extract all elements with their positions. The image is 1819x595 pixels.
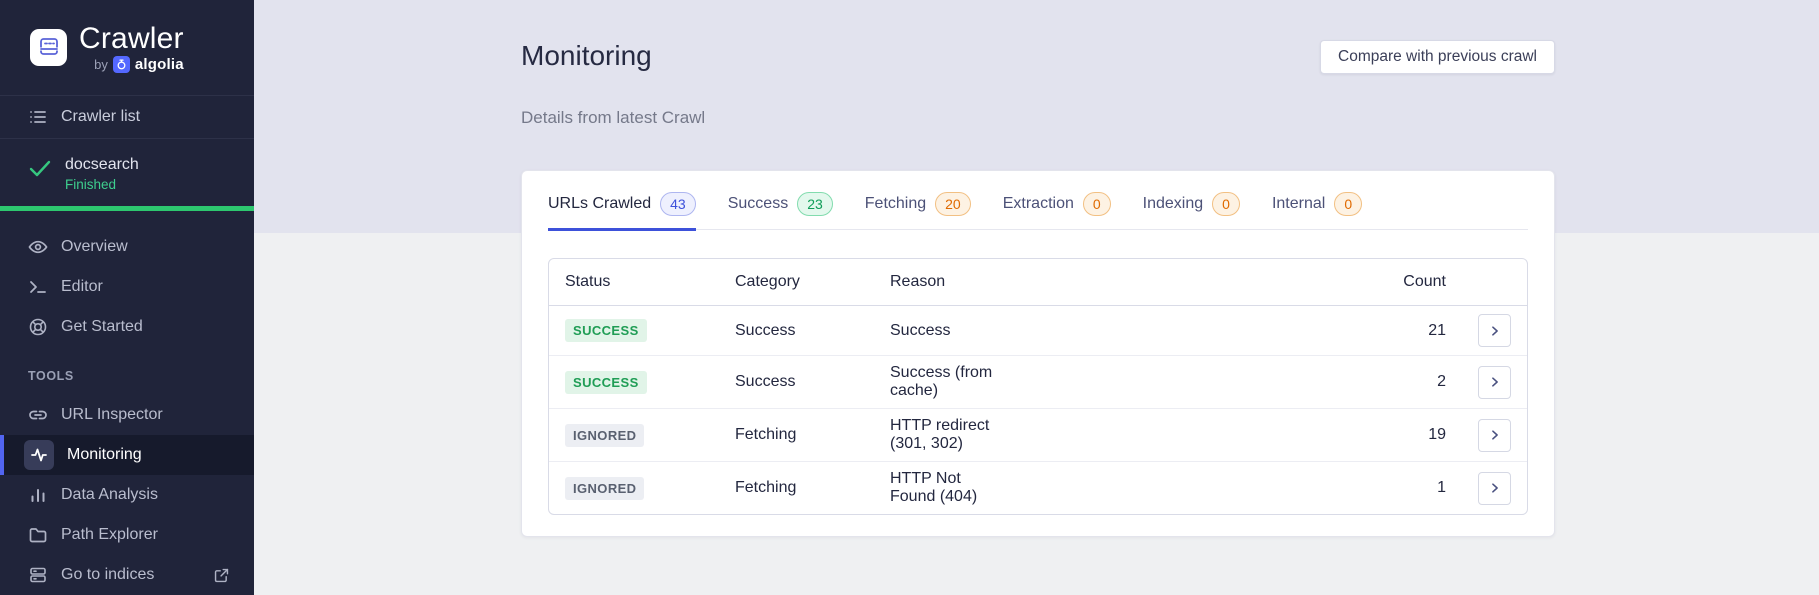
sidebar-item-crawler-list[interactable]: Crawler list xyxy=(0,96,254,140)
algolia-logo-icon xyxy=(112,55,130,73)
by-label: by xyxy=(94,56,108,72)
table-row: IGNORED Fetching HTTP Not Found (404) 1 xyxy=(549,462,1527,515)
status-badge: IGNORED xyxy=(565,423,645,447)
tools-section-title: TOOLS xyxy=(28,369,74,383)
expand-row-button[interactable] xyxy=(1478,365,1511,399)
sidebar-item-data-analysis[interactable]: Data Analysis xyxy=(0,475,254,515)
sidebar: Crawler by algolia Crawler list docsearc… xyxy=(0,0,254,595)
crawler-list-label: Crawler list xyxy=(61,108,141,126)
tab-count-badge: 20 xyxy=(935,192,971,216)
sidebar-item-url-inspector[interactable]: URL Inspector xyxy=(0,395,254,435)
bar-chart-icon xyxy=(28,485,48,505)
tab-count-badge: 0 xyxy=(1212,192,1240,216)
tab-internal[interactable]: Internal 0 xyxy=(1271,192,1363,231)
tab-count-badge: 23 xyxy=(797,192,833,216)
expand-row-button[interactable] xyxy=(1478,418,1511,452)
tab-extraction[interactable]: Extraction 0 xyxy=(1003,192,1111,231)
sidebar-nav-main: Overview Editor Get Started TOOLS URL In… xyxy=(0,211,254,595)
tab-count-badge: 0 xyxy=(1334,192,1363,216)
column-header-count: Count xyxy=(1022,259,1462,306)
tab-count-badge: 43 xyxy=(660,192,696,216)
nav-label: Editor xyxy=(61,278,103,295)
count-cell: 19 xyxy=(1022,408,1462,462)
category-cell: Fetching xyxy=(719,408,874,462)
current-crawler-status[interactable]: docsearch Finished xyxy=(0,139,254,206)
nav-label: Get Started xyxy=(61,318,143,335)
tab-label: Fetching xyxy=(864,195,927,212)
table-header-row: Status Category Reason Count xyxy=(549,259,1527,306)
page-title: Monitoring xyxy=(521,40,652,71)
tab-label: Internal xyxy=(1271,195,1326,212)
count-cell: 21 xyxy=(1022,305,1462,356)
reason-cell: Success xyxy=(874,305,1022,356)
tab-indexing[interactable]: Indexing 0 xyxy=(1143,192,1240,231)
chevron-right-icon xyxy=(1491,430,1498,440)
chevron-right-icon xyxy=(1491,483,1498,493)
nav-label: Monitoring xyxy=(67,446,142,463)
column-header-reason: Reason xyxy=(874,259,1022,306)
app-logo[interactable]: Crawler by algolia xyxy=(0,0,254,96)
count-cell: 1 xyxy=(1437,479,1446,496)
external-link-icon xyxy=(213,567,230,584)
crawler-name: docsearch xyxy=(65,156,139,174)
sidebar-item-overview[interactable]: Overview xyxy=(0,227,254,267)
crawl-status-text: Finished xyxy=(65,177,117,193)
status-badge: SUCCESS xyxy=(565,319,647,342)
chevron-right-icon xyxy=(1491,377,1498,387)
category-cell: Fetching xyxy=(735,479,797,496)
reason-cell: Success (from cache) xyxy=(874,355,1022,409)
crawler-logo-icon xyxy=(30,29,67,66)
sidebar-item-go-to-indices[interactable]: Go to indices xyxy=(0,555,254,595)
status-badge: SUCCESS xyxy=(565,370,647,394)
monitoring-card: URLs Crawled 43 Success 23 Fetching 20 E… xyxy=(521,170,1555,537)
nav-label: Overview xyxy=(61,238,128,255)
tab-urls-crawled[interactable]: URLs Crawled 43 xyxy=(548,192,696,231)
page-subtitle: Details from latest Crawl xyxy=(521,108,706,127)
tab-count-badge: 0 xyxy=(1082,192,1111,216)
sidebar-item-editor[interactable]: Editor xyxy=(0,267,254,307)
expand-row-button[interactable] xyxy=(1478,314,1511,347)
sidebar-item-monitoring[interactable]: Monitoring xyxy=(0,435,254,475)
activity-icon xyxy=(24,440,54,470)
nav-label: URL Inspector xyxy=(61,406,163,423)
sidebar-item-path-explorer[interactable]: Path Explorer xyxy=(0,515,254,555)
server-stack-icon xyxy=(28,565,48,585)
check-icon xyxy=(29,160,51,177)
nav-label: Go to indices xyxy=(61,566,155,583)
tab-label: Indexing xyxy=(1142,195,1204,212)
life-ring-icon xyxy=(28,317,48,337)
table-row: IGNORED Fetching HTTP redirect (301, 302… xyxy=(549,408,1527,462)
reason-cell: HTTP Not Found (404) xyxy=(890,470,978,505)
column-header-status: Status xyxy=(549,259,719,306)
tab-label: Extraction xyxy=(1002,195,1074,212)
chevron-right-icon xyxy=(1491,325,1498,336)
nav-label: Path Explorer xyxy=(61,526,158,543)
table-row: SUCCESS Success Success (from cache) 2 xyxy=(549,355,1527,409)
status-badge: IGNORED xyxy=(565,476,645,500)
nav-label: Data Analysis xyxy=(61,486,158,503)
tab-label: URLs Crawled xyxy=(548,195,652,212)
app-name: Crawler xyxy=(79,21,184,55)
brand-name: algolia xyxy=(134,55,184,73)
expand-row-button[interactable] xyxy=(1478,471,1511,505)
tab-success[interactable]: Success 23 xyxy=(728,192,833,231)
count-cell: 2 xyxy=(1022,355,1462,409)
main-content: Monitoring Compare with previous crawl D… xyxy=(254,0,1819,595)
sidebar-item-get-started[interactable]: Get Started xyxy=(0,307,254,347)
status-tabs: URLs Crawled 43 Success 23 Fetching 20 E… xyxy=(548,192,1528,231)
tab-fetching[interactable]: Fetching 20 xyxy=(865,192,971,231)
reason-cell: HTTP redirect (301, 302) xyxy=(874,408,1022,462)
category-cell: Success xyxy=(719,305,874,356)
crawl-results-table: Status Category Reason Count SUCCESS Suc… xyxy=(548,258,1528,515)
column-header-category: Category xyxy=(719,259,874,306)
category-cell: Success xyxy=(719,355,874,409)
table-row: SUCCESS Success Success 21 xyxy=(549,305,1527,356)
folder-icon xyxy=(28,525,48,545)
compare-with-previous-crawl-button[interactable]: Compare with previous crawl xyxy=(1320,40,1555,74)
terminal-icon xyxy=(28,277,48,297)
list-icon xyxy=(30,111,46,123)
link-icon xyxy=(28,405,48,425)
eye-icon xyxy=(28,237,48,257)
tab-label: Success xyxy=(727,195,789,212)
